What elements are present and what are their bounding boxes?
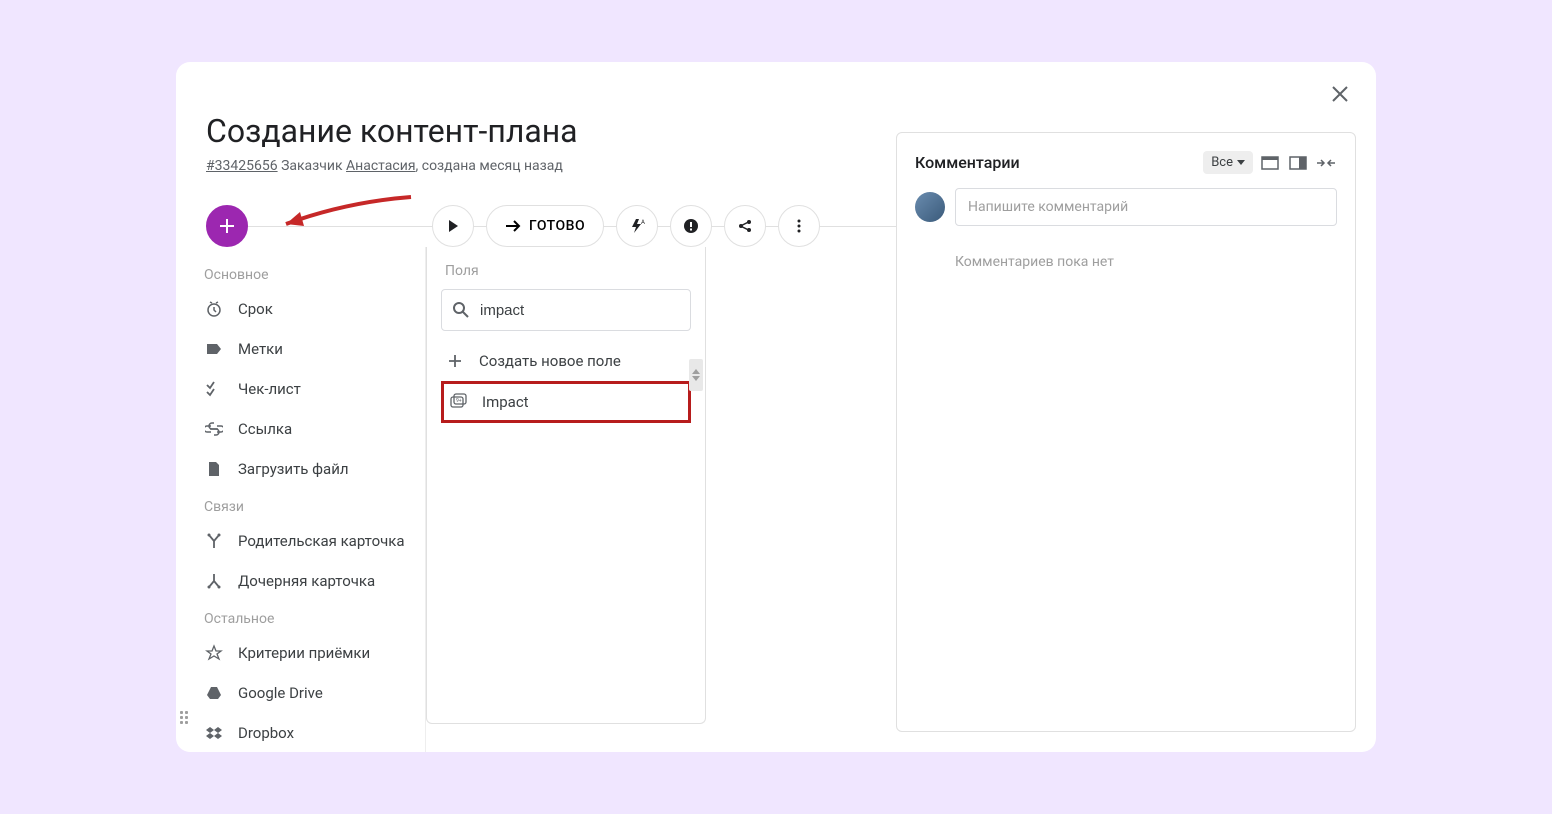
menu-item-dropbox[interactable]: Dropbox bbox=[186, 713, 425, 752]
expand-button[interactable] bbox=[1315, 154, 1337, 172]
menu-item-checklist[interactable]: Чек-лист bbox=[186, 369, 425, 409]
link-icon bbox=[204, 419, 224, 439]
star-icon bbox=[204, 643, 224, 663]
menu-item-acceptance[interactable]: Критерии приёмки bbox=[186, 633, 425, 673]
menu-item-label: Чек-лист bbox=[238, 380, 301, 398]
menu-item-label: Дочерняя карточка bbox=[238, 572, 375, 590]
branch-up-icon bbox=[204, 531, 224, 551]
plus-icon bbox=[445, 351, 465, 371]
branch-down-icon bbox=[204, 571, 224, 591]
gdrive-icon bbox=[204, 683, 224, 703]
task-id-link[interactable]: #33425656 bbox=[206, 158, 278, 174]
comments-tools: Все bbox=[1203, 151, 1337, 174]
create-field-row[interactable]: Создать новое поле bbox=[427, 341, 705, 381]
comment-input-row: Напишите комментарий bbox=[915, 188, 1337, 226]
layout-split-icon bbox=[1289, 156, 1307, 170]
more-button[interactable] bbox=[778, 205, 820, 247]
filter-label: Все bbox=[1211, 155, 1233, 170]
section-header-relations: Связи bbox=[186, 489, 425, 521]
comments-title: Комментарии bbox=[915, 153, 1020, 172]
comments-header: Комментарии Все bbox=[915, 151, 1337, 174]
fields-search-input[interactable] bbox=[480, 302, 680, 319]
svg-text:9+: 9+ bbox=[456, 398, 462, 404]
create-field-label: Создать новое поле bbox=[479, 352, 621, 370]
share-button[interactable] bbox=[724, 205, 766, 247]
menu-item-label: Загрузить файл bbox=[238, 460, 349, 478]
toolbar: ГОТОВО A bbox=[206, 204, 896, 248]
menu-item-label: Срок bbox=[238, 300, 273, 318]
done-button[interactable]: ГОТОВО bbox=[486, 205, 604, 247]
share-icon bbox=[737, 218, 753, 234]
menu-item-label: Google Drive bbox=[238, 684, 323, 702]
plus-icon bbox=[218, 217, 236, 235]
fields-header: Поля bbox=[427, 261, 705, 289]
menu-item-label: Метки bbox=[238, 340, 283, 358]
scroll-stepper[interactable] bbox=[689, 359, 703, 391]
more-vertical-icon bbox=[791, 218, 807, 234]
avatar bbox=[915, 192, 945, 222]
search-icon bbox=[452, 301, 470, 319]
menu-item-google-drive[interactable]: Google Drive bbox=[186, 673, 425, 713]
menu-item-label: Dropbox bbox=[238, 724, 294, 742]
comments-panel: Комментарии Все Напишите комментарий bbox=[896, 132, 1356, 732]
autofill-button[interactable]: A bbox=[616, 205, 658, 247]
field-result-label: Impact bbox=[482, 393, 529, 411]
fields-panel: Поля Создать новое поле 9+ Impact bbox=[426, 247, 706, 724]
section-header-other: Остальное bbox=[186, 601, 425, 633]
comment-input[interactable]: Напишите комментарий bbox=[955, 188, 1337, 226]
add-button[interactable] bbox=[206, 205, 248, 247]
menu-item-tags[interactable]: Метки bbox=[186, 329, 425, 369]
layout-full-button[interactable] bbox=[1259, 154, 1281, 172]
created-text: , создана месяц назад bbox=[416, 158, 563, 174]
menu-item-label: Критерии приёмки bbox=[238, 644, 370, 662]
play-icon bbox=[446, 219, 460, 233]
clock-icon bbox=[204, 299, 224, 319]
field-type-icon: 9+ bbox=[448, 392, 468, 412]
menu-item-label: Родительская карточка bbox=[238, 532, 405, 550]
field-result-impact[interactable]: 9+ Impact bbox=[444, 384, 688, 420]
bolt-icon: A bbox=[629, 218, 645, 234]
layout-full-icon bbox=[1261, 156, 1279, 170]
menu-item-child-card[interactable]: Дочерняя карточка bbox=[186, 561, 425, 601]
play-button[interactable] bbox=[432, 205, 474, 247]
menu-item-parent-card[interactable]: Родительская карточка bbox=[186, 521, 425, 561]
layout-split-button[interactable] bbox=[1287, 154, 1309, 172]
menu-item-deadline[interactable]: Срок bbox=[186, 289, 425, 329]
file-icon bbox=[204, 459, 224, 479]
drag-handle-icon[interactable] bbox=[180, 707, 192, 727]
caret-down-icon bbox=[1237, 160, 1245, 166]
expand-horizontal-icon bbox=[1316, 158, 1336, 168]
task-card-window: Создание контент-плана #33425656 Заказчи… bbox=[176, 62, 1376, 752]
checklist-icon bbox=[204, 379, 224, 399]
close-button[interactable] bbox=[1326, 80, 1354, 108]
highlighted-result: 9+ Impact bbox=[441, 381, 691, 423]
close-icon bbox=[1331, 85, 1349, 103]
menu-item-label: Ссылка bbox=[238, 420, 292, 438]
add-menu-panel: Основное Срок Метки Чек-лист Ссылка Загр… bbox=[186, 247, 426, 752]
customer-name-link[interactable]: Анастасия bbox=[346, 158, 415, 174]
tag-icon bbox=[204, 339, 224, 359]
task-meta: #33425656 Заказчик Анастасия, создана ме… bbox=[206, 158, 896, 174]
comments-filter[interactable]: Все bbox=[1203, 151, 1253, 174]
section-header-main: Основное bbox=[186, 257, 425, 289]
svg-text:A: A bbox=[641, 219, 645, 226]
arrow-right-icon bbox=[505, 219, 521, 233]
done-label: ГОТОВО bbox=[529, 218, 585, 234]
fields-search-box[interactable] bbox=[441, 289, 691, 331]
menu-item-link[interactable]: Ссылка bbox=[186, 409, 425, 449]
chevron-down-icon bbox=[692, 376, 700, 381]
task-title: Создание контент-плана bbox=[206, 112, 896, 150]
alert-button[interactable] bbox=[670, 205, 712, 247]
no-comments-text: Комментариев пока нет bbox=[915, 254, 1337, 270]
dropbox-icon bbox=[204, 723, 224, 743]
alert-icon bbox=[683, 218, 699, 234]
menu-item-upload-file[interactable]: Загрузить файл bbox=[186, 449, 425, 489]
chevron-up-icon bbox=[692, 369, 700, 374]
